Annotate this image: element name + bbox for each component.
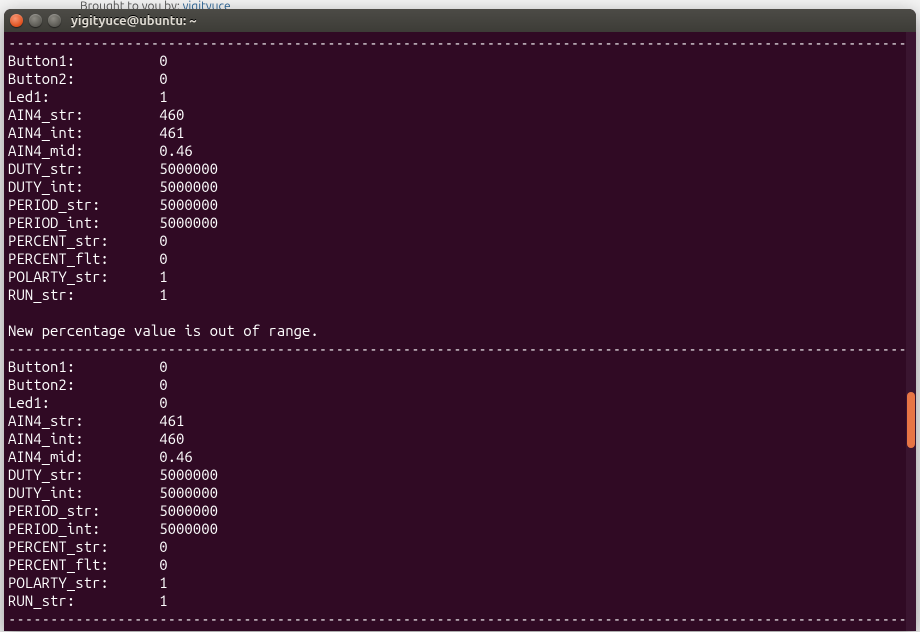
output-row: RUN_str: 1 <box>8 286 902 304</box>
output-row: PERCENT_str: 0 <box>8 538 902 556</box>
output-row: Led1: 1 <box>8 88 902 106</box>
scrollbar-thumb[interactable] <box>907 392 915 448</box>
row-value: 461 <box>159 124 184 141</box>
output-row: AIN4_int: 460 <box>8 430 902 448</box>
row-label: DUTY_str: <box>8 466 159 483</box>
blank-line <box>8 304 902 322</box>
output-row: DUTY_str: 5000000 <box>8 466 902 484</box>
row-label: Button1: <box>8 358 159 375</box>
output-row: PERIOD_int: 5000000 <box>8 520 902 538</box>
row-value: 1 <box>159 286 167 303</box>
row-label: AIN4_str: <box>8 412 159 429</box>
output-row: AIN4_int: 461 <box>8 124 902 142</box>
row-label: RUN_str: <box>8 592 159 609</box>
output-row: PERCENT_str: 0 <box>8 232 902 250</box>
row-label: PERCENT_flt: <box>8 250 159 267</box>
row-label: PERIOD_int: <box>8 214 159 231</box>
output-row: POLARTY_str: 1 <box>8 574 902 592</box>
row-label: PERIOD_int: <box>8 520 159 537</box>
row-value: 0 <box>159 376 167 393</box>
row-value: 5000000 <box>159 196 218 213</box>
row-label: Led1: <box>8 394 159 411</box>
output-row: Button1: 0 <box>8 358 902 376</box>
output-row: PERIOD_int: 5000000 <box>8 214 902 232</box>
scrollbar[interactable] <box>906 32 916 631</box>
window-title: yigityuce@ubuntu: ~ <box>71 14 197 28</box>
row-label: Button2: <box>8 70 159 87</box>
terminal-window: yigityuce@ubuntu: ~ --------------------… <box>4 9 916 631</box>
output-row: AIN4_mid: 0.46 <box>8 448 902 466</box>
row-label: AIN4_mid: <box>8 142 159 159</box>
row-value: 0 <box>159 250 167 267</box>
output-row: RUN_str: 1 <box>8 592 902 610</box>
row-label: AIN4_int: <box>8 430 159 447</box>
row-value: 0 <box>159 556 167 573</box>
minimize-icon[interactable] <box>29 14 42 27</box>
warning-message: New percentage value is out of range. <box>8 322 902 340</box>
row-value: 0 <box>159 70 167 87</box>
close-icon[interactable] <box>10 14 23 27</box>
row-value: 0 <box>159 52 167 69</box>
output-row: Led1: 0 <box>8 394 902 412</box>
row-label: POLARTY_str: <box>8 574 159 591</box>
row-label: PERIOD_str: <box>8 196 159 213</box>
row-label: DUTY_int: <box>8 484 159 501</box>
row-value: 0 <box>159 394 167 411</box>
row-label: AIN4_int: <box>8 124 159 141</box>
row-value: 1 <box>159 592 167 609</box>
divider-line: ----------------------------------------… <box>8 610 902 628</box>
row-label: Button1: <box>8 52 159 69</box>
row-value: 0 <box>159 358 167 375</box>
output-row: POLARTY_str: 1 <box>8 268 902 286</box>
row-value: 460 <box>159 106 184 123</box>
output-row: PERIOD_str: 5000000 <box>8 196 902 214</box>
row-label: AIN4_str: <box>8 106 159 123</box>
row-label: DUTY_str: <box>8 160 159 177</box>
row-label: PERIOD_str: <box>8 502 159 519</box>
maximize-icon[interactable] <box>48 14 61 27</box>
row-label: PERCENT_str: <box>8 232 159 249</box>
row-value: 5000000 <box>159 484 218 501</box>
row-value: 5000000 <box>159 466 218 483</box>
output-row: AIN4_mid: 0.46 <box>8 142 902 160</box>
output-row: Button2: 0 <box>8 376 902 394</box>
output-row: Button2: 0 <box>8 70 902 88</box>
row-label: RUN_str: <box>8 286 159 303</box>
row-value: 1 <box>159 574 167 591</box>
row-label: DUTY_int: <box>8 178 159 195</box>
row-label: POLARTY_str: <box>8 268 159 285</box>
row-value: 5000000 <box>159 178 218 195</box>
row-label: AIN4_mid: <box>8 448 159 465</box>
row-value: 461 <box>159 412 184 429</box>
row-value: 1 <box>159 88 167 105</box>
row-value: 0 <box>159 538 167 555</box>
terminal-content[interactable]: ----------------------------------------… <box>4 32 906 631</box>
output-row: AIN4_str: 461 <box>8 412 902 430</box>
row-value: 0 <box>159 232 167 249</box>
row-value: 5000000 <box>159 214 218 231</box>
output-row: PERCENT_flt: 0 <box>8 556 902 574</box>
titlebar[interactable]: yigityuce@ubuntu: ~ <box>4 9 916 32</box>
output-row: DUTY_int: 5000000 <box>8 178 902 196</box>
row-value: 5000000 <box>159 520 218 537</box>
output-row: PERCENT_flt: 0 <box>8 250 902 268</box>
row-label: Button2: <box>8 376 159 393</box>
output-row: Button1: 0 <box>8 52 902 70</box>
row-label: PERCENT_str: <box>8 538 159 555</box>
output-row: DUTY_int: 5000000 <box>8 484 902 502</box>
divider-line: ----------------------------------------… <box>8 340 902 358</box>
row-label: PERCENT_flt: <box>8 556 159 573</box>
divider-line: ----------------------------------------… <box>8 34 902 52</box>
row-value: 460 <box>159 430 184 447</box>
row-value: 5000000 <box>159 160 218 177</box>
output-row: AIN4_str: 460 <box>8 106 902 124</box>
row-value: 5000000 <box>159 502 218 519</box>
output-row: PERIOD_str: 5000000 <box>8 502 902 520</box>
output-row: DUTY_str: 5000000 <box>8 160 902 178</box>
row-value: 0.46 <box>159 142 193 159</box>
row-value: 0.46 <box>159 448 193 465</box>
row-value: 1 <box>159 268 167 285</box>
row-label: Led1: <box>8 88 159 105</box>
